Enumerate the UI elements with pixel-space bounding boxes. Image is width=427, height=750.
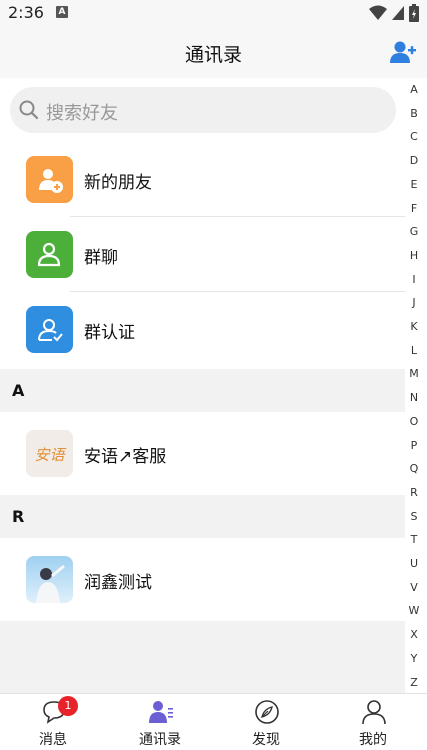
divider xyxy=(70,291,405,292)
index-letter-v[interactable]: V xyxy=(407,581,421,594)
index-letter-x[interactable]: X xyxy=(407,628,421,641)
tab-profile[interactable]: 我的 xyxy=(320,694,426,750)
section-header-r: R xyxy=(0,495,405,538)
index-letter-y[interactable]: Y xyxy=(407,652,421,665)
tab-label: 我的 xyxy=(359,732,387,748)
section-header-a: A xyxy=(0,369,405,412)
index-letter-e[interactable]: E xyxy=(407,178,421,191)
index-letter-p[interactable]: P xyxy=(407,439,421,452)
index-letter-a[interactable]: A xyxy=(407,83,421,96)
search-input[interactable]: 搜索好友 xyxy=(10,87,396,133)
section-letter: R xyxy=(12,507,25,526)
group-verify-icon xyxy=(26,306,73,353)
avatar xyxy=(26,556,73,603)
index-letter-b[interactable]: B xyxy=(407,107,421,120)
new-friend-icon xyxy=(26,156,73,203)
index-letter-i[interactable]: I xyxy=(407,273,421,286)
contact-item-anyu-service[interactable]: 安语 安语↗客服 xyxy=(0,412,405,495)
add-person-icon[interactable] xyxy=(389,39,417,65)
section-letter: A xyxy=(12,381,25,400)
avatar-text: 安语 xyxy=(34,446,66,464)
index-letter-w[interactable]: W xyxy=(407,604,421,617)
index-letter-f[interactable]: F xyxy=(407,202,421,215)
menu-label: 群聊 xyxy=(84,248,118,268)
index-letter-o[interactable]: O xyxy=(407,415,421,428)
index-letter-k[interactable]: K xyxy=(407,320,421,333)
index-letter-h[interactable]: H xyxy=(407,249,421,262)
index-letter-g[interactable]: G xyxy=(407,225,421,238)
index-letter-d[interactable]: D xyxy=(407,154,421,167)
divider xyxy=(70,216,405,217)
signal-icon xyxy=(392,6,404,20)
index-letter-s[interactable]: S xyxy=(407,510,421,523)
tab-label: 消息 xyxy=(39,732,67,748)
menu-item-new-friends[interactable]: 新的朋友 xyxy=(0,143,405,217)
menu-label: 新的朋友 xyxy=(84,173,152,193)
contacts-icon xyxy=(149,701,173,723)
tab-bar: 1 消息 通讯录 发现 我的 xyxy=(0,693,427,750)
index-letter-q[interactable]: Q xyxy=(407,462,421,475)
contact-item-runxin-test[interactable]: 润鑫测试 xyxy=(0,538,405,621)
battery-icon xyxy=(409,4,419,22)
notification-icon: A xyxy=(56,6,68,18)
avatar: 安语 xyxy=(26,430,73,477)
alphabet-index[interactable]: ABCDEFGHIJKLMNOPQRSTUVWXYZ xyxy=(405,80,427,692)
page-title: 通讯录 xyxy=(184,44,242,66)
group-chat-icon xyxy=(26,231,73,278)
profile-icon xyxy=(362,700,386,725)
tab-label: 发现 xyxy=(252,732,280,748)
unread-badge: 1 xyxy=(58,696,78,716)
index-letter-t[interactable]: T xyxy=(407,533,421,546)
menu-item-group-chat[interactable]: 群聊 xyxy=(0,218,405,292)
empty-area xyxy=(0,621,405,693)
contact-name: 安语↗客服 xyxy=(84,447,167,467)
search-placeholder: 搜索好友 xyxy=(46,103,118,124)
index-letter-l[interactable]: L xyxy=(407,344,421,357)
index-letter-z[interactable]: Z xyxy=(407,676,421,689)
discover-icon xyxy=(255,700,279,724)
index-letter-c[interactable]: C xyxy=(407,130,421,143)
wifi-icon xyxy=(369,5,387,20)
index-letter-u[interactable]: U xyxy=(407,557,421,570)
menu-item-group-verify[interactable]: 群认证 xyxy=(0,293,405,367)
search-icon xyxy=(19,100,39,120)
index-letter-m[interactable]: M xyxy=(407,367,421,380)
tab-messages[interactable]: 1 消息 xyxy=(0,694,106,750)
tab-label: 通讯录 xyxy=(139,732,181,748)
header: 通讯录 xyxy=(0,26,427,78)
status-icons xyxy=(369,4,419,22)
tab-contacts[interactable]: 通讯录 xyxy=(107,694,213,750)
tab-discover[interactable]: 发现 xyxy=(213,694,319,750)
index-letter-r[interactable]: R xyxy=(407,486,421,499)
index-letter-j[interactable]: J xyxy=(407,296,421,309)
status-time: 2:36 xyxy=(8,3,44,22)
status-bar: 2:36 A xyxy=(0,0,427,26)
index-letter-n[interactable]: N xyxy=(407,391,421,404)
menu-label: 群认证 xyxy=(84,323,135,343)
contact-name: 润鑫测试 xyxy=(84,573,152,593)
